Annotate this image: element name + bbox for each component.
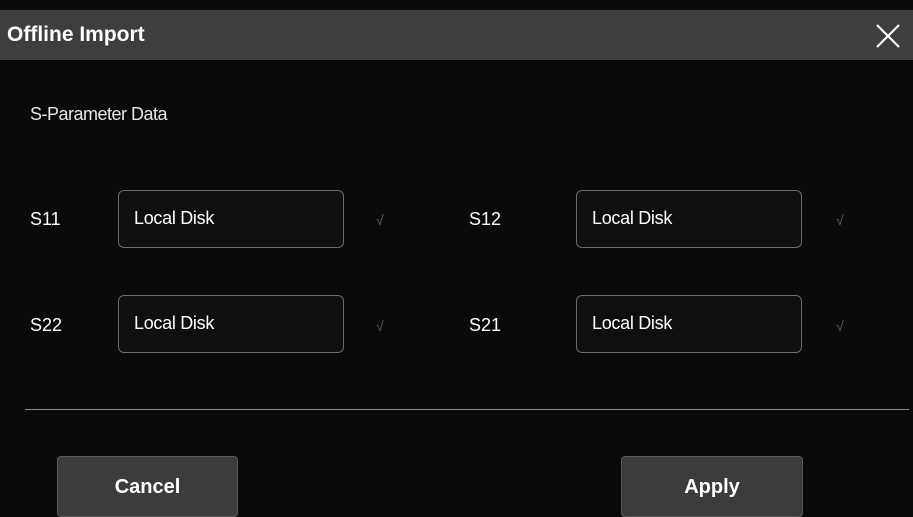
title-bar: Offline Import	[0, 10, 913, 60]
close-button[interactable]	[863, 10, 913, 60]
cancel-button[interactable]: Cancel	[57, 456, 238, 517]
source-select-s22[interactable]: Local Disk	[118, 295, 344, 353]
param-label-s21: S21	[469, 315, 502, 335]
source-select-s11[interactable]: Local Disk	[118, 190, 344, 248]
divider	[25, 409, 909, 410]
section-title: S-Parameter Data	[30, 104, 168, 124]
source-value-s21: Local Disk	[592, 313, 673, 333]
apply-button[interactable]: Apply	[621, 456, 803, 517]
check-mark-icon: √	[836, 318, 844, 334]
param-label-s12: S12	[469, 209, 502, 229]
check-mark-icon: √	[836, 212, 844, 228]
close-x-icon	[876, 24, 900, 48]
source-select-s21[interactable]: Local Disk	[576, 295, 802, 353]
source-value-s11: Local Disk	[134, 208, 215, 228]
param-label-s22: S22	[30, 315, 63, 335]
dialog-title: Offline Import	[7, 23, 145, 46]
source-value-s12: Local Disk	[592, 208, 673, 228]
source-value-s22: Local Disk	[134, 313, 215, 333]
param-label-s11: S11	[30, 209, 61, 229]
check-mark-icon: √	[376, 212, 384, 228]
source-select-s12[interactable]: Local Disk	[576, 190, 802, 248]
check-mark-icon: √	[376, 318, 384, 334]
offline-import-dialog: Offline Import S-Parameter Data S11 Loca…	[0, 0, 913, 517]
